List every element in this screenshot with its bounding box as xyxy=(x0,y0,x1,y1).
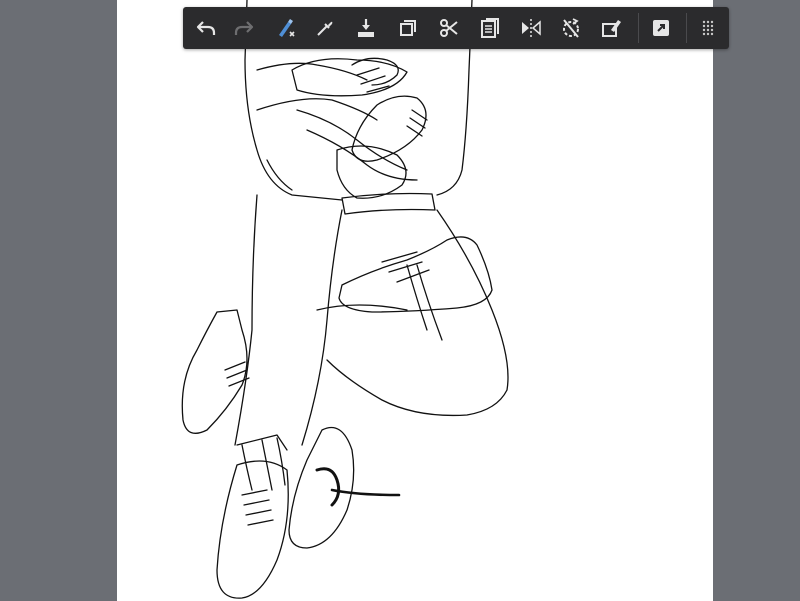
flip-horizontal-icon xyxy=(522,19,541,37)
eraser-selection-button[interactable] xyxy=(591,7,631,49)
flip-horizontal-button[interactable] xyxy=(511,7,551,49)
fill-button[interactable] xyxy=(346,7,386,49)
paste-icon xyxy=(481,18,499,38)
fill-icon xyxy=(358,19,374,37)
copy-button[interactable] xyxy=(388,7,428,49)
rotate-icon xyxy=(563,18,579,38)
eyedropper-button[interactable] xyxy=(305,7,345,49)
external-link-button[interactable] xyxy=(641,7,681,49)
toolbar-divider xyxy=(686,13,687,43)
drawing-canvas[interactable] xyxy=(117,0,713,601)
line-art-drawing xyxy=(181,0,509,599)
more-options-handle[interactable] xyxy=(688,7,728,49)
paste-button[interactable] xyxy=(470,7,510,49)
toolbar-divider xyxy=(638,13,639,43)
external-link-icon xyxy=(653,20,669,36)
brush-tool-icon xyxy=(279,19,295,37)
undo-button[interactable] xyxy=(186,7,226,49)
rotate-button[interactable] xyxy=(551,7,591,49)
copy-icon xyxy=(400,20,416,36)
floating-toolbar xyxy=(183,7,729,49)
cut-button[interactable] xyxy=(429,7,469,49)
undo-icon xyxy=(196,21,216,35)
more-grip-icon xyxy=(702,20,714,36)
redo-icon xyxy=(234,21,254,35)
eraser-selection-icon xyxy=(602,20,621,37)
eyedropper-icon xyxy=(317,21,333,36)
redo-button[interactable] xyxy=(224,7,264,49)
cut-icon xyxy=(440,19,458,37)
brush-tool-button[interactable] xyxy=(266,7,306,49)
